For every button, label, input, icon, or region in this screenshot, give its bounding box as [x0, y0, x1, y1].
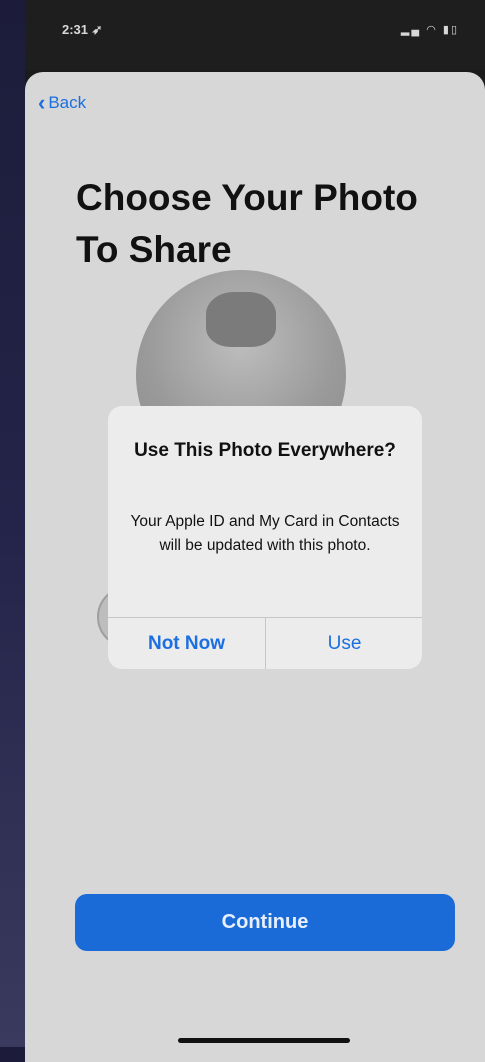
memoji-icon	[206, 292, 276, 347]
not-now-button[interactable]: Not Now	[108, 618, 265, 669]
battery-icon: ▮▯	[442, 24, 459, 36]
alert-title: Use This Photo Everywhere?	[134, 440, 396, 461]
chevron-left-icon: ‹	[38, 90, 46, 115]
alert-message: Your Apple ID and My Card in Contacts wi…	[130, 513, 400, 554]
location-arrow-icon: ➶	[91, 22, 103, 37]
home-indicator[interactable]	[178, 1038, 350, 1043]
status-time: 2:31 ➶	[62, 22, 103, 37]
alert-dialog: Use This Photo Everywhere? Your Apple ID…	[108, 406, 422, 669]
continue-button[interactable]: Continue	[75, 894, 455, 951]
status-icons: ▂▄ ◠ ▮▯	[401, 23, 459, 36]
wifi-icon: ◠	[426, 24, 438, 36]
page-title: Choose Your Photo To Share	[76, 177, 418, 270]
status-bar: 2:31 ➶ ▂▄ ◠ ▮▯	[25, 0, 485, 70]
signal-icon: ▂▄	[400, 24, 422, 36]
back-label: Back	[48, 93, 87, 112]
back-button[interactable]: ‹ Back	[38, 92, 86, 114]
use-button[interactable]: Use	[266, 618, 422, 669]
